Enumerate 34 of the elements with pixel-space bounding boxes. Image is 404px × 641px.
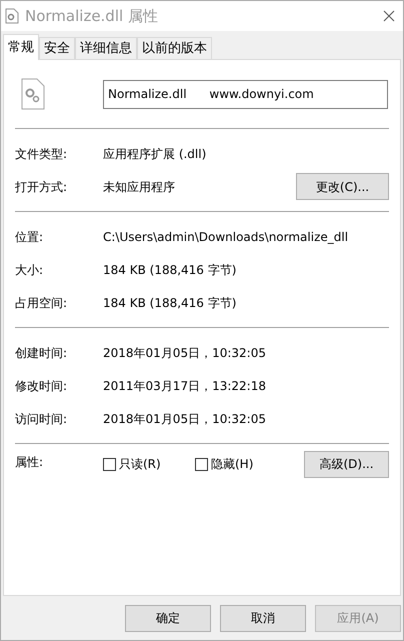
tab[interactable]: 以前的版本 bbox=[137, 37, 212, 59]
checkbox[interactable] bbox=[195, 458, 208, 470]
tab[interactable]: 常规 bbox=[3, 34, 39, 60]
gear-file-icon bbox=[21, 78, 45, 110]
field-label: 打开方式: bbox=[15, 178, 68, 196]
field-value: 2011年03月17日，13:22:18 bbox=[103, 378, 266, 394]
field-label: 属性: bbox=[15, 454, 44, 471]
checkbox[interactable] bbox=[103, 458, 116, 470]
field-value: 184 KB (188,416 字节) bbox=[103, 294, 236, 312]
field-value: 未知应用程序 bbox=[103, 178, 175, 196]
field-label: 创建时间: bbox=[15, 344, 68, 362]
field-label: 修改时间: bbox=[15, 378, 68, 394]
field-label: 占用空间: bbox=[15, 294, 68, 312]
field-label: 大小: bbox=[15, 262, 44, 278]
field-value: 2018年01月05日，10:32:05 bbox=[103, 410, 266, 428]
field-value: C:\Users\admin\Downloads\normalize_dll bbox=[103, 228, 348, 246]
button[interactable]: 更改(C)... bbox=[296, 173, 389, 200]
button[interactable]: 取消 bbox=[220, 604, 306, 632]
button[interactable]: 确定 bbox=[125, 604, 211, 632]
button[interactable]: 高级(D)... bbox=[304, 450, 389, 478]
field-label: 位置: bbox=[15, 228, 44, 246]
close-icon[interactable] bbox=[383, 10, 395, 22]
tab[interactable]: 安全 bbox=[39, 37, 75, 59]
checkbox-label: 隐藏(H) bbox=[211, 456, 254, 473]
field-label: 访问时间: bbox=[15, 410, 68, 428]
file-icon bbox=[5, 8, 19, 24]
field-value: 2018年01月05日，10:32:05 bbox=[103, 344, 266, 362]
field-value: 184 KB (188,416 字节) bbox=[103, 262, 236, 278]
name-field[interactable]: Normalize.dll www.downyi.com bbox=[103, 80, 388, 108]
window-title: Normalize.dll 属性 bbox=[25, 6, 158, 27]
checkbox-label: 只读(R) bbox=[119, 456, 161, 473]
field-value: 应用程序扩展 (.dll) bbox=[103, 146, 206, 162]
tab[interactable]: 详细信息 bbox=[75, 37, 137, 59]
field-label: 文件类型: bbox=[15, 146, 68, 162]
